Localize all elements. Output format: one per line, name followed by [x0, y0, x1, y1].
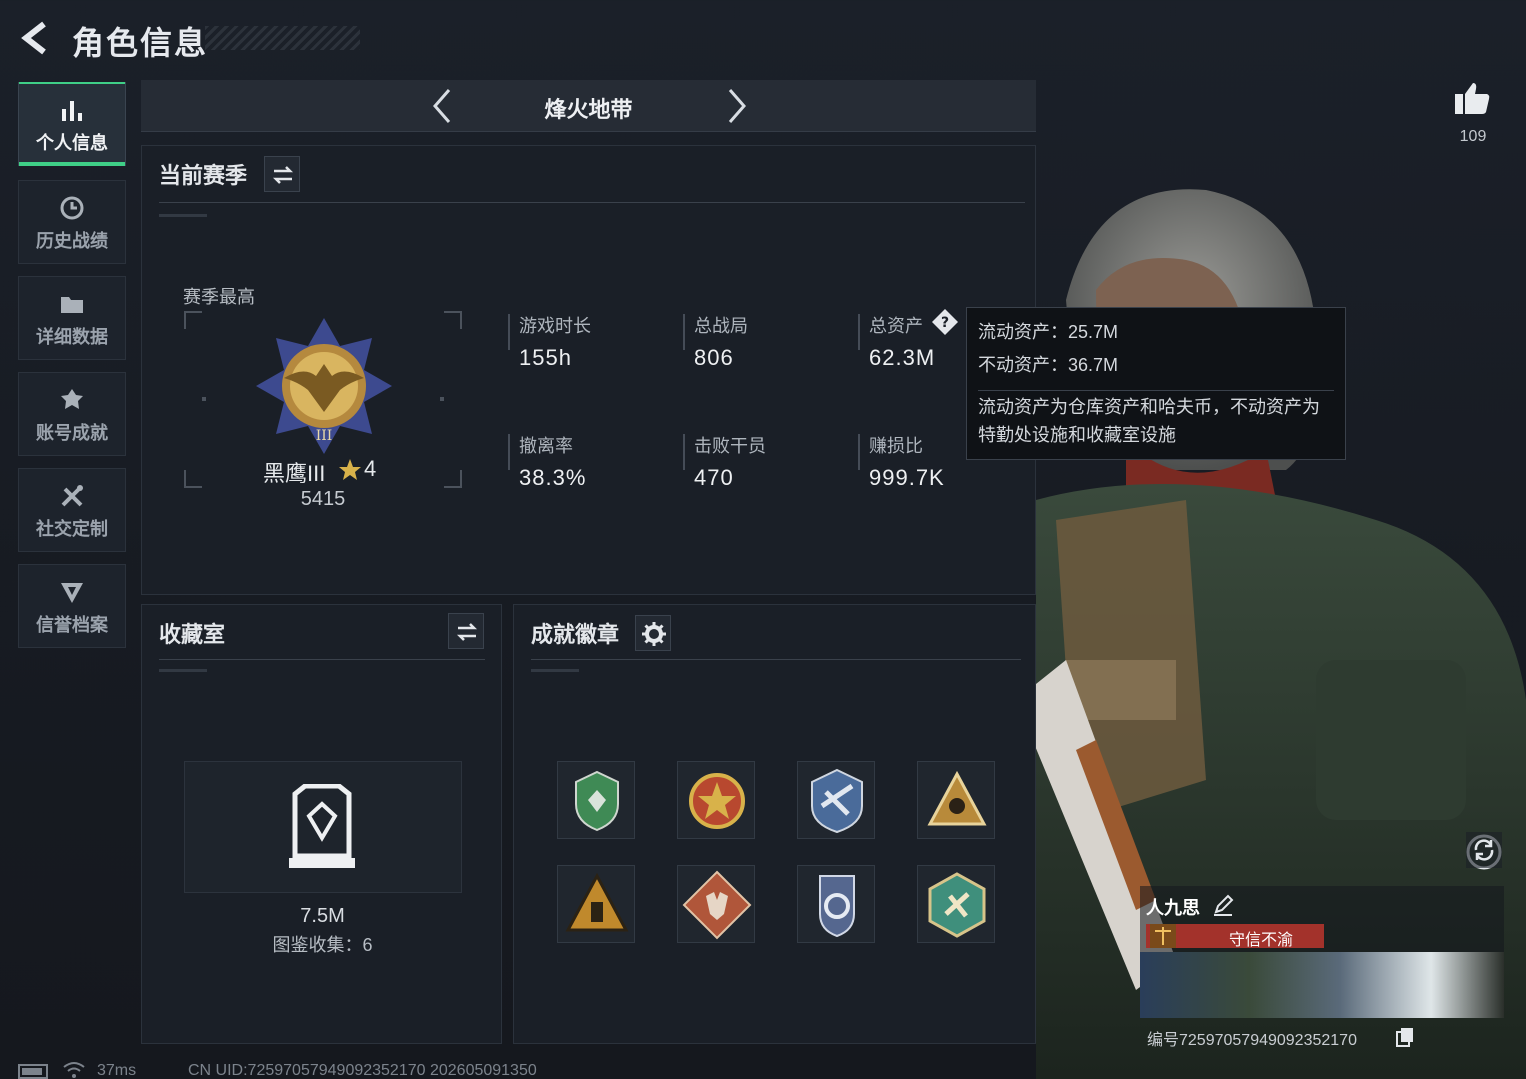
sidebar-item-personal-info[interactable]: 个人信息 [18, 82, 126, 166]
thumbs-up-icon[interactable] [1452, 80, 1492, 118]
switch-season-button[interactable] [264, 156, 300, 192]
season-best-label: 赛季最高 [183, 287, 255, 307]
current-season-panel: 当前赛季 赛季最高 III 黑鹰III 4 5415 游戏时长 155h 总战局… [141, 145, 1036, 595]
game-mode-bar: 烽火地带 [141, 80, 1036, 132]
season-panel-title: 当前赛季 [159, 163, 248, 188]
blue-crest-badge[interactable] [797, 865, 875, 943]
black-hawk-rank-emblem-icon: III [256, 318, 392, 454]
swap-arrows-icon [456, 623, 478, 641]
title-decoration [205, 26, 360, 50]
green-shield-badge[interactable] [557, 761, 635, 839]
copy-icon[interactable] [1396, 1027, 1414, 1047]
sidebar-item-detailed-data[interactable]: 详细数据 [18, 276, 126, 360]
sidebar-item-label: 详细数据 [36, 327, 108, 347]
badge-settings-button[interactable] [635, 615, 671, 651]
collection-panel-title: 收藏室 [159, 622, 226, 647]
uid-status-line: CN UID:7259705794909235217​0 20260509135… [188, 1062, 537, 1079]
teal-hex-badge[interactable] [917, 865, 995, 943]
stat-label-total-matches: 总战局 [694, 316, 748, 336]
achievement-medal-icon [61, 389, 83, 409]
tooltip-fixed-assets: 不动资产：36.7M [978, 355, 1119, 375]
stat-label-play-time: 游戏时长 [519, 316, 591, 336]
panel-tick-decoration [531, 669, 579, 672]
sidebar-item-label: 账号成就 [36, 423, 108, 443]
panel-divider [159, 659, 485, 660]
star-icon [339, 459, 361, 480]
next-mode-arrow-icon[interactable] [716, 86, 756, 126]
page-title: 角色信息 [72, 25, 209, 61]
stat-label-operators-defeated: 击败干员 [694, 436, 766, 456]
rank-score: 5415 [300, 488, 346, 510]
achievement-badges-panel: 成就徽章 [513, 604, 1036, 1044]
network-ping: 37ms [97, 1062, 137, 1079]
tooltip-liquid-assets: 流动资产：25.7M [978, 322, 1119, 342]
tooltip-description-line2: 特勤处设施和收藏室设施 [978, 425, 1176, 445]
bar-chart-icon [62, 101, 82, 121]
panel-divider [531, 659, 1021, 660]
sidebar-item-social-custom[interactable]: 社交定制 [18, 468, 126, 552]
back-arrow-icon[interactable] [16, 18, 56, 58]
wolf-diamond-badge[interactable] [677, 865, 755, 943]
blue-wings-badge[interactable] [797, 761, 875, 839]
rank-name: 黑鹰III [263, 461, 326, 486]
display-case-icon [289, 784, 355, 868]
gear-icon [642, 622, 666, 646]
assets-tooltip: 流动资产：25.7M 不动资产：36.7M 流动资产为仓库资产和哈夫币，不动资产… [966, 307, 1346, 460]
collection-preview[interactable] [184, 761, 462, 893]
rank-stars: 4 [364, 456, 377, 481]
collection-room-panel: 收藏室 7.5M 图鉴收集：6 [141, 604, 502, 1044]
achievements-panel-title: 成就徽章 [531, 622, 620, 647]
history-clock-icon [60, 196, 84, 220]
stat-value-profit-loss-ratio: 999.7K [869, 465, 945, 490]
edit-pencil-icon[interactable] [1212, 894, 1234, 916]
collection-count: 图鉴收集：6 [272, 935, 373, 955]
panel-tick-decoration [159, 214, 207, 217]
game-mode-title: 烽火地带 [544, 97, 633, 122]
battery-icon [18, 1064, 48, 1079]
wifi-icon [63, 1062, 85, 1078]
sidebar-item-history[interactable]: 历史战绩 [18, 180, 126, 264]
stat-label-total-assets: 总资产 [869, 316, 923, 336]
swap-arrows-icon [272, 166, 294, 184]
stat-value-play-time: 155h [519, 345, 572, 370]
switch-collection-button[interactable] [448, 613, 484, 649]
honor-title: 守信不渝 [1228, 932, 1293, 949]
reputation-shield-icon [61, 583, 83, 603]
panel-tick-decoration [159, 669, 207, 672]
rotate-view-icon[interactable] [1466, 832, 1502, 868]
player-id: 编号7259705794909235217​0 [1147, 1032, 1357, 1049]
red-star-badge[interactable] [677, 761, 755, 839]
amber-pyramid-badge[interactable] [557, 865, 635, 943]
sidebar-item-label: 历史战绩 [36, 231, 108, 251]
sidebar-item-label: 个人信息 [36, 133, 108, 153]
collection-value: 7.5M [300, 905, 345, 927]
svg-text:III: III [316, 428, 333, 444]
sidebar-item-label: 信誉档案 [36, 615, 108, 635]
sidebar-item-label: 社交定制 [36, 519, 108, 539]
stat-label-profit-loss-ratio: 赚损比 [869, 436, 923, 456]
stat-value-operators-defeated: 470 [694, 465, 734, 490]
folder-icon [61, 297, 83, 313]
sidebar-item-achievements[interactable]: 账号成就 [18, 372, 126, 456]
svg-text:?: ? [941, 315, 949, 331]
character-name: 人九思 [1146, 898, 1200, 918]
panel-divider [159, 202, 1025, 203]
tools-icon [61, 485, 83, 507]
help-question-icon[interactable]: ? [931, 308, 959, 336]
stat-value-total-matches: 806 [694, 345, 734, 370]
stat-label-extract-rate: 撤离率 [519, 436, 573, 456]
tooltip-description-line1: 流动资产为仓库资产和哈夫币，不动资产为 [978, 397, 1320, 417]
stat-value-total-assets: 62.3M [869, 345, 936, 370]
gold-triangle-badge[interactable] [917, 761, 995, 839]
stat-value-extract-rate: 38.3% [519, 465, 587, 490]
profile-banner-image[interactable] [1140, 952, 1504, 1018]
sidebar-item-reputation[interactable]: 信誉档案 [18, 564, 126, 648]
